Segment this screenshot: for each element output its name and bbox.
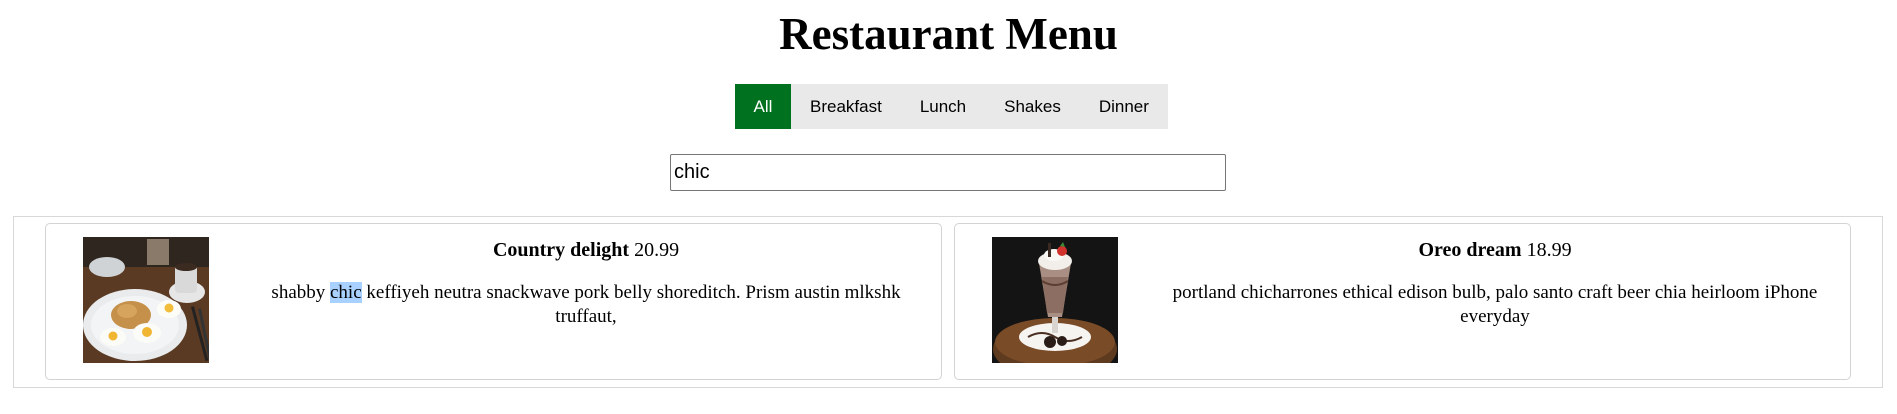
filter-shakes-button[interactable]: Shakes bbox=[985, 84, 1080, 129]
menu-item-name: Country delight bbox=[492, 239, 630, 261]
filter-all-button[interactable]: All bbox=[735, 84, 791, 129]
menu-item-heading: Oreo dream 18.99 bbox=[1155, 238, 1835, 262]
filter-dinner-button[interactable]: Dinner bbox=[1079, 84, 1168, 129]
oreo-shake-image bbox=[992, 237, 1118, 363]
filter-breakfast-button[interactable]: Breakfast bbox=[791, 84, 901, 129]
breakfast-plate-image bbox=[83, 237, 209, 363]
menu-item-description: shabby chic keffiyeh neutra snackwave po… bbox=[246, 281, 926, 329]
filter-lunch-button[interactable]: Lunch bbox=[900, 84, 986, 129]
menu-item-card: Country delight 20.99 shabby chic keffiy… bbox=[45, 223, 942, 380]
menu-item-heading: Country delight 20.99 bbox=[246, 238, 926, 262]
menu-item-card: Oreo dream 18.99 portland chicharrones e… bbox=[954, 223, 1851, 380]
menu-item-price: 18.99 bbox=[1526, 239, 1572, 261]
description-text: portland chicharrones ethical edison bul… bbox=[1172, 282, 1818, 327]
search-input[interactable] bbox=[670, 154, 1226, 191]
description-text: shabby bbox=[271, 282, 330, 303]
menu-item-info: Oreo dream 18.99 portland chicharrones e… bbox=[1155, 238, 1835, 329]
menu-item-description: portland chicharrones ethical edison bul… bbox=[1155, 281, 1835, 329]
description-text: keffiyeh neutra snackwave pork belly sho… bbox=[361, 282, 901, 327]
menu-results: Country delight 20.99 shabby chic keffiy… bbox=[13, 216, 1883, 388]
category-filter-bar: All Breakfast Lunch Shakes Dinner bbox=[735, 84, 1168, 129]
menu-item-name: Oreo dream bbox=[1418, 239, 1522, 261]
menu-item-info: Country delight 20.99 shabby chic keffiy… bbox=[246, 238, 926, 329]
menu-item-price: 20.99 bbox=[634, 239, 680, 261]
page-title: Restaurant Menu bbox=[779, 9, 1118, 59]
search-highlight: chic bbox=[330, 282, 362, 303]
